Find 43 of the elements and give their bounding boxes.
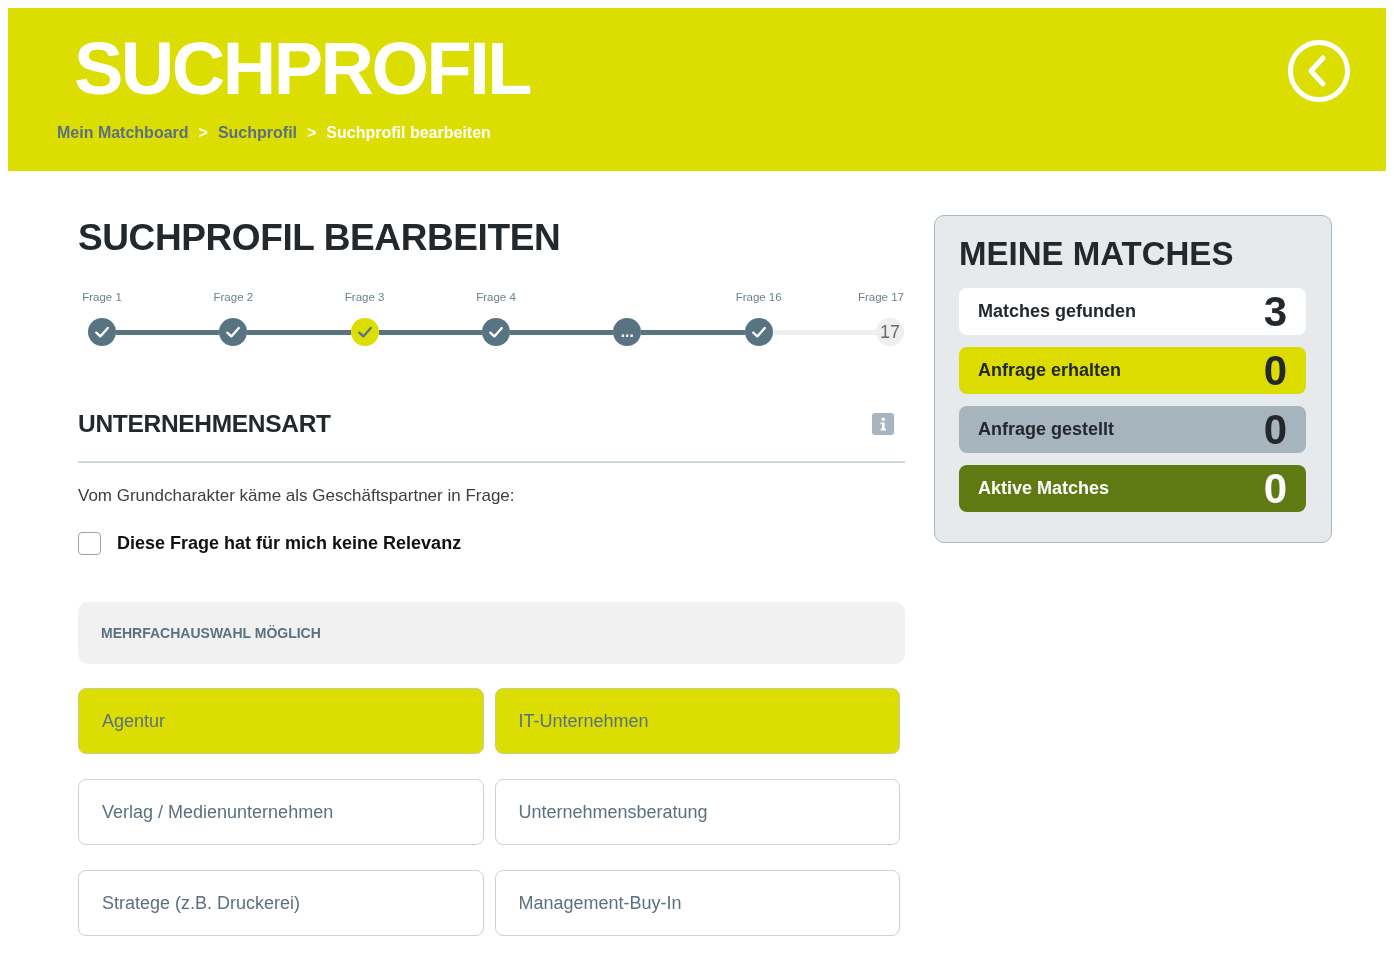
breadcrumb-link[interactable]: Mein Matchboard (57, 123, 189, 143)
check-circle-icon[interactable] (88, 318, 116, 346)
match-count: 0 (1263, 406, 1287, 453)
match-row[interactable]: Matches gefunden 3 (959, 288, 1306, 335)
match-count: 3 (1263, 288, 1287, 335)
match-row[interactable]: Aktive Matches 0 (959, 465, 1306, 512)
match-label: Anfrage gestellt (978, 419, 1115, 440)
option-button[interactable]: Unternehmensberatung (494, 779, 900, 845)
step-marker[interactable]: 17 (875, 318, 904, 346)
option-button[interactable]: IT-Unternehmen (494, 688, 900, 754)
check-circle-icon[interactable] (350, 318, 379, 346)
match-label: Aktive Matches (978, 478, 1110, 499)
step-marker[interactable]: ... (613, 318, 642, 346)
breadcrumb-link[interactable]: Suchprofil (217, 123, 297, 143)
section-title: UNTERNEHMENSART (78, 409, 331, 439)
check-circle-icon[interactable] (219, 318, 248, 346)
panel-title: MEINE MATCHES (959, 234, 1235, 274)
match-label: Anfrage erhalten (978, 360, 1122, 381)
option-button[interactable]: Verlag / Medienunternehmen (78, 779, 484, 845)
check-circle-icon[interactable] (482, 318, 510, 346)
header-title: SUCHPROFIL (74, 29, 530, 109)
page-title: SUCHPROFIL BEARBEITEN (78, 216, 562, 260)
step-label: Frage 16 (735, 290, 782, 304)
hint-text: MEHRFACHAUSWAHL MÖGLICH (101, 625, 321, 641)
checkbox[interactable] (78, 531, 101, 555)
step-label: Frage 3 (344, 290, 385, 304)
match-count: 0 (1263, 465, 1287, 512)
check-circle-icon[interactable] (744, 318, 773, 346)
match-count: 0 (1263, 347, 1287, 394)
match-row[interactable]: Anfrage gestellt 0 (959, 406, 1306, 453)
question-text: Vom Grundcharakter käme als Geschäftspartner in Frage: (78, 485, 516, 507)
breadcrumb-separator: > (198, 123, 208, 143)
step-label: Frage 1 (82, 290, 122, 304)
breadcrumb-separator: > (307, 123, 317, 143)
match-label: Matches gefunden (978, 301, 1137, 322)
step-label: Frage 17 (857, 290, 904, 304)
match-row[interactable]: Anfrage erhalten 0 (959, 347, 1306, 394)
option-button[interactable]: Agentur (78, 688, 484, 754)
step-label: Frage 4 (476, 290, 516, 304)
checkbox-label: Diese Frage hat für mich keine Relevanz (117, 532, 462, 555)
option-button[interactable]: Management-Buy-In (494, 870, 900, 936)
option-button[interactable]: Stratege (z.B. Druckerei) (78, 870, 484, 936)
step-label: Frage 2 (213, 290, 254, 304)
